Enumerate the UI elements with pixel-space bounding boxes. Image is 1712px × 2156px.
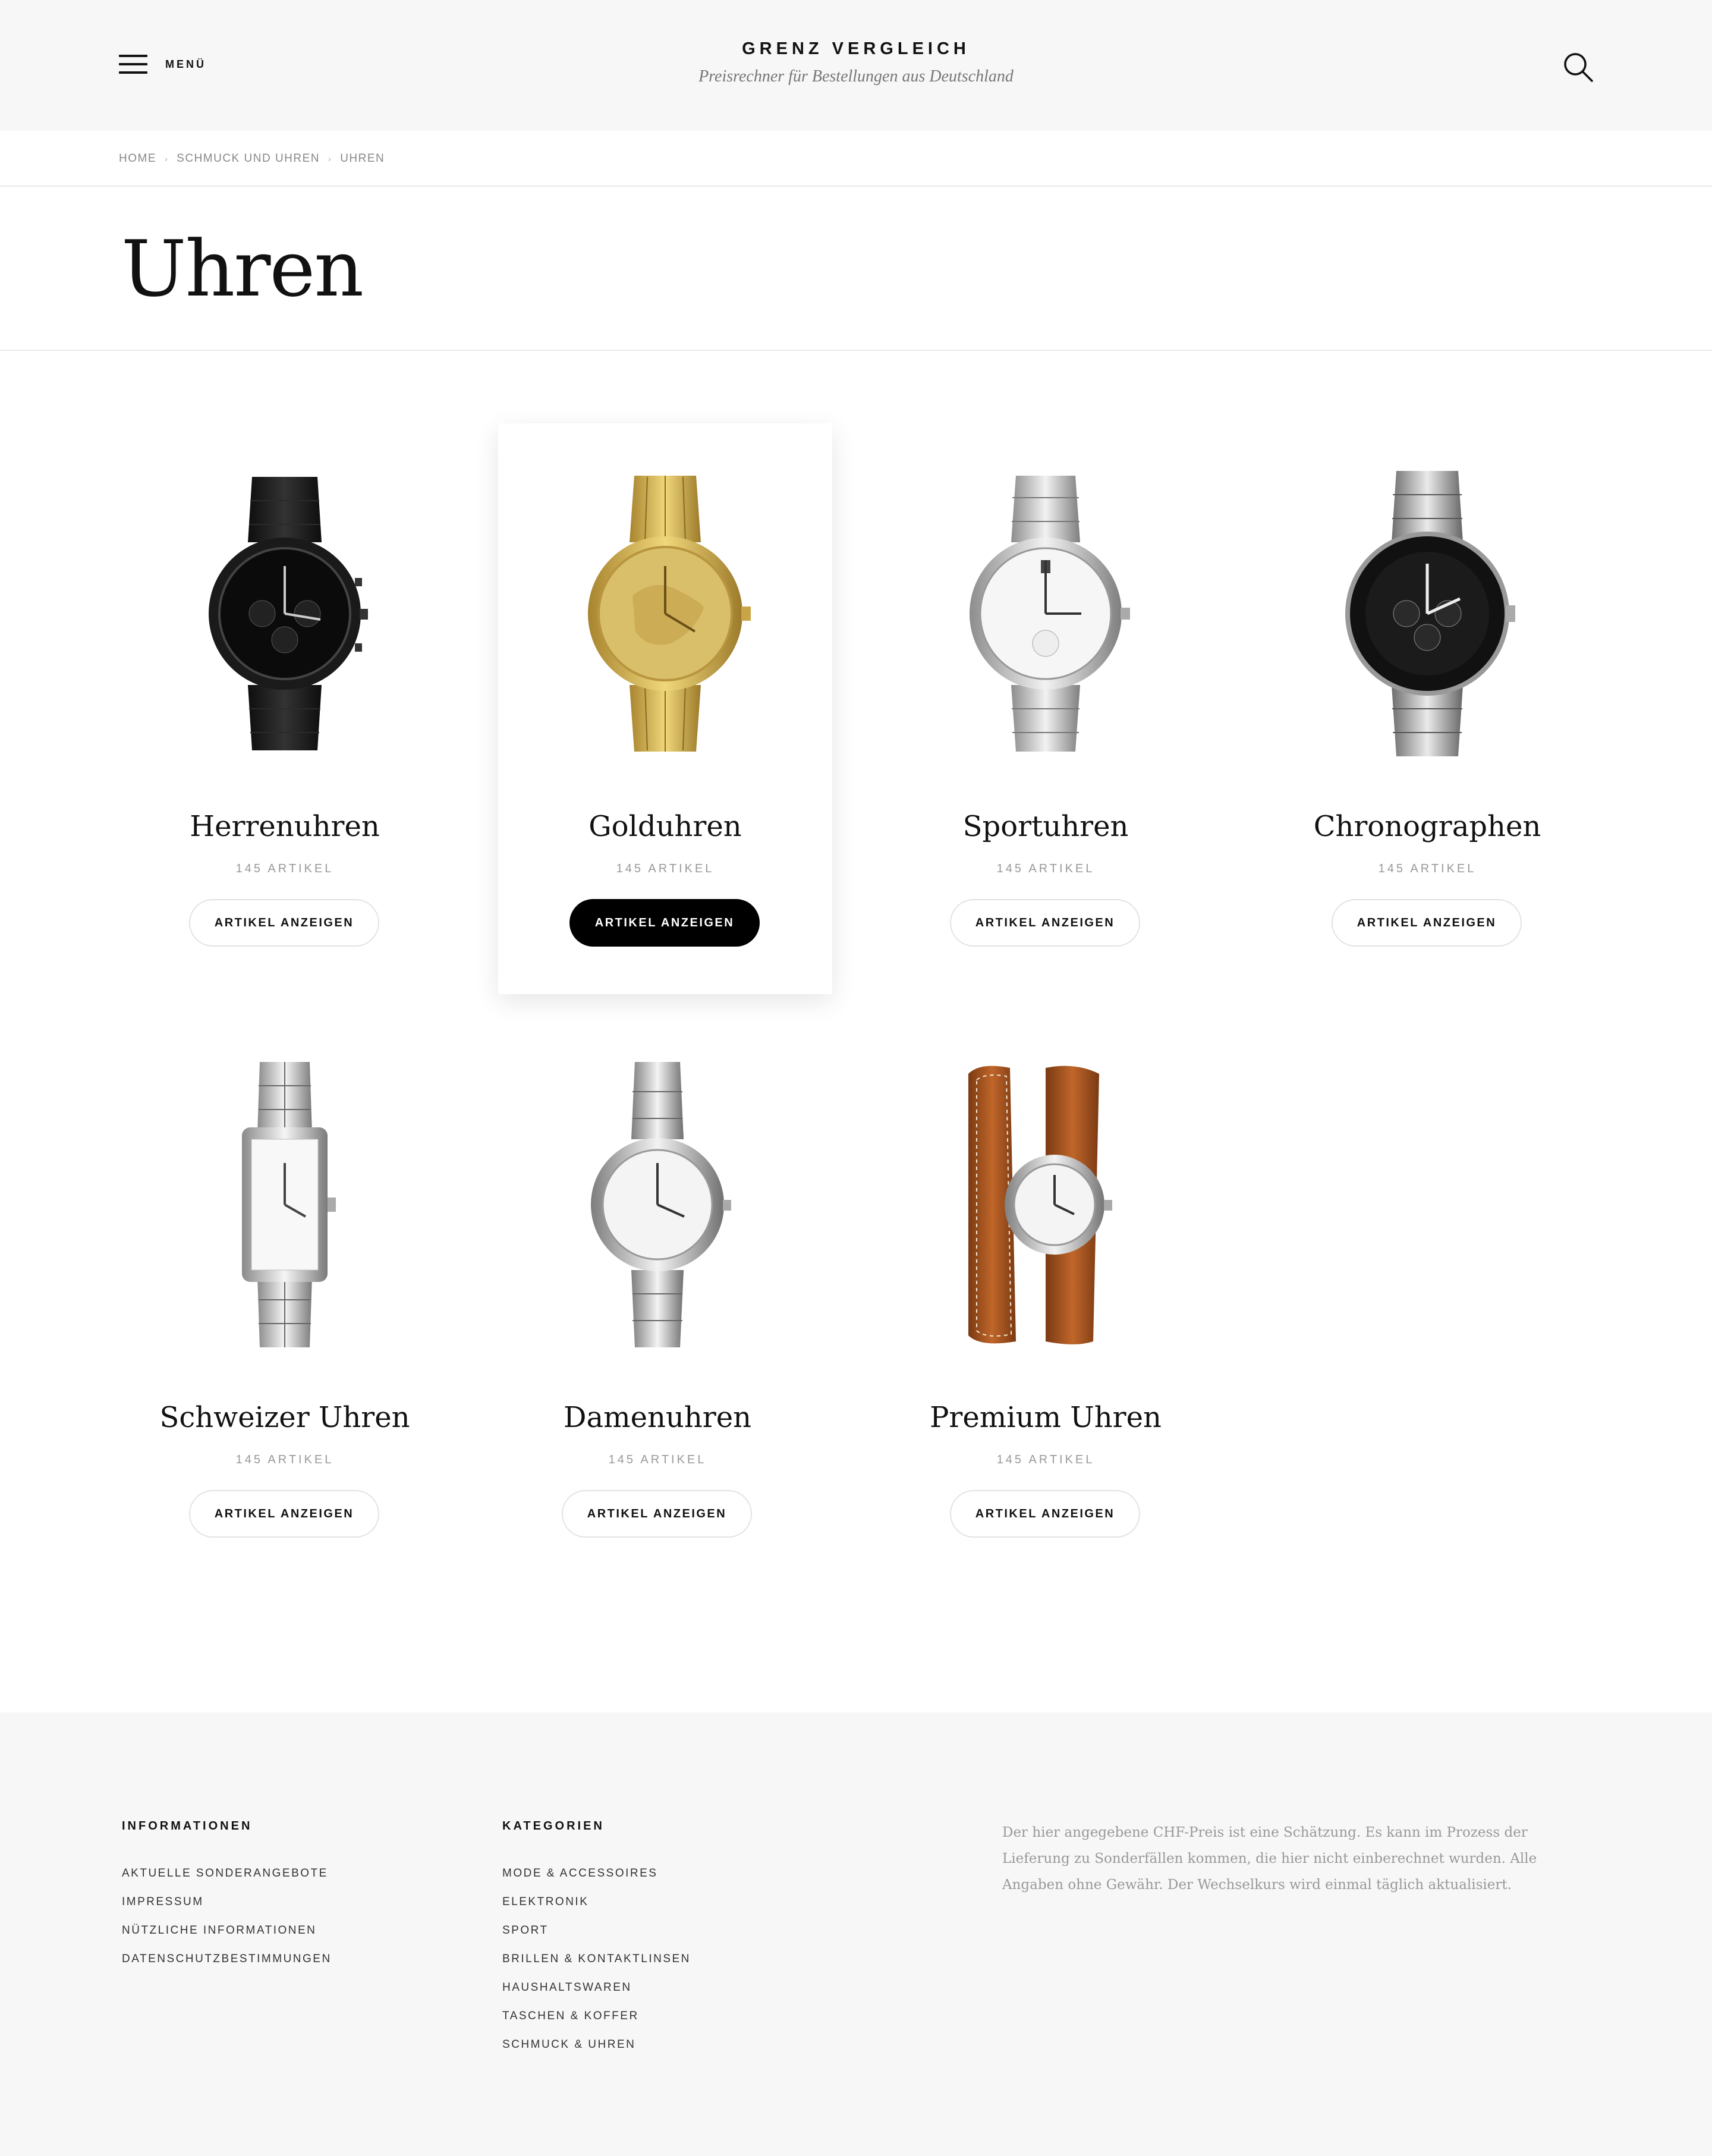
show-items-button[interactable]: ARTIKEL ANZEIGEN [189, 899, 379, 947]
footer-link[interactable]: TASCHEN & KOFFER [502, 2010, 691, 2022]
show-items-button[interactable]: ARTIKEL ANZEIGEN [189, 1490, 379, 1538]
show-items-button[interactable]: ARTIKEL ANZEIGEN [1332, 899, 1522, 947]
show-items-button[interactable]: ARTIKEL ANZEIGEN [562, 1490, 752, 1538]
category-count: 145 ARTIKEL [235, 1453, 334, 1466]
category-name[interactable]: Damenuhren [490, 1401, 824, 1434]
category-card[interactable]: Sportuhren 145 ARTIKEL ARTIKEL ANZEIGEN [879, 423, 1213, 994]
chevron-right-icon: › [328, 154, 332, 164]
category-name[interactable]: Schweizer Uhren [118, 1401, 452, 1434]
watch-image[interactable] [196, 471, 374, 756]
category-name[interactable]: Golduhren [498, 810, 832, 843]
footer-disclaimer: Der hier angegebene CHF-Preis ist eine S… [1002, 1825, 1537, 1893]
footer-categories-title: KATEGORIEN [502, 1819, 605, 1833]
footer-link[interactable]: SCHMUCK & UHREN [502, 2039, 691, 2051]
footer-info-title: INFORMATIONEN [122, 1819, 253, 1833]
footer-link[interactable]: MODE & ACCESSOIRES [502, 1868, 691, 1880]
category-card[interactable]: Golduhren 145 ARTIKEL ARTIKEL ANZEIGEN [498, 423, 832, 994]
breadcrumb: HOME › SCHMUCK UND UHREN › UHREN [119, 152, 385, 165]
footer-link[interactable]: SPORT [502, 1925, 691, 1937]
category-count: 145 ARTIKEL [235, 862, 334, 875]
footer-link[interactable]: AKTUELLE SONDERANGEBOTE [122, 1868, 332, 1880]
page-title: Uhren [121, 224, 364, 314]
watch-image[interactable] [956, 1062, 1135, 1347]
footer-link[interactable]: BRILLEN & KONTAKTLINSEN [502, 1953, 691, 1965]
category-name[interactable]: Premium Uhren [879, 1401, 1213, 1434]
watch-image[interactable] [1338, 471, 1516, 756]
brand: GRENZ VERGLEICH Preisrechner für Bestell… [0, 39, 1712, 86]
watch-image[interactable] [956, 471, 1135, 756]
divider [0, 186, 1712, 187]
breadcrumb-home[interactable]: HOME [119, 152, 156, 165]
watch-image[interactable] [568, 1062, 747, 1347]
chevron-right-icon: › [165, 154, 169, 164]
category-count: 145 ARTIKEL [616, 862, 715, 875]
site-header: MENÜ GRENZ VERGLEICH Preisrechner für Be… [0, 0, 1712, 131]
brand-title[interactable]: GRENZ VERGLEICH [0, 39, 1712, 59]
show-items-button[interactable]: ARTIKEL ANZEIGEN [569, 899, 760, 947]
watch-image[interactable] [196, 1062, 374, 1347]
category-count: 145 ARTIKEL [996, 862, 1095, 875]
footer-info-column: INFORMATIONEN AKTUELLE SONDERANGEBOTE IM… [122, 1819, 332, 1982]
category-card[interactable]: Chronographen 145 ARTIKEL ARTIKEL ANZEIG… [1260, 423, 1594, 994]
category-card[interactable]: Herrenuhren 145 ARTIKEL ARTIKEL ANZEIGEN [118, 423, 452, 994]
category-name[interactable]: Herrenuhren [118, 810, 452, 843]
footer-link[interactable]: NÜTZLICHE INFORMATIONEN [122, 1925, 332, 1937]
category-name[interactable]: Sportuhren [879, 810, 1213, 843]
category-name[interactable]: Chronographen [1260, 810, 1594, 843]
show-items-button[interactable]: ARTIKEL ANZEIGEN [950, 899, 1140, 947]
footer-categories-column: KATEGORIEN MODE & ACCESSOIRES ELEKTRONIK… [502, 1819, 691, 2067]
category-card[interactable]: Damenuhren 145 ARTIKEL ARTIKEL ANZEIGEN [490, 1014, 824, 1585]
breadcrumb-current[interactable]: UHREN [340, 152, 385, 165]
footer-link[interactable]: HAUSHALTSWAREN [502, 1982, 691, 1994]
category-count: 145 ARTIKEL [996, 1453, 1095, 1466]
category-count: 145 ARTIKEL [1378, 862, 1477, 875]
footer-link[interactable]: IMPRESSUM [122, 1896, 332, 1908]
category-card[interactable]: Schweizer Uhren 145 ARTIKEL ARTIKEL ANZE… [118, 1014, 452, 1585]
category-count: 145 ARTIKEL [608, 1453, 707, 1466]
site-footer: INFORMATIONEN AKTUELLE SONDERANGEBOTE IM… [0, 1712, 1712, 2156]
show-items-button[interactable]: ARTIKEL ANZEIGEN [950, 1490, 1140, 1538]
search-icon [1564, 53, 1593, 82]
divider [0, 350, 1712, 351]
brand-subtitle: Preisrechner für Bestellungen aus Deutsc… [698, 67, 1014, 86]
footer-link[interactable]: DATENSCHUTZBESTIMMUNGEN [122, 1953, 332, 1965]
footer-link[interactable]: ELEKTRONIK [502, 1896, 691, 1908]
category-card[interactable]: Premium Uhren 145 ARTIKEL ARTIKEL ANZEIG… [879, 1014, 1213, 1585]
watch-image[interactable] [576, 471, 754, 756]
search-button[interactable] [1562, 51, 1595, 84]
breadcrumb-category[interactable]: SCHMUCK UND UHREN [177, 152, 320, 165]
